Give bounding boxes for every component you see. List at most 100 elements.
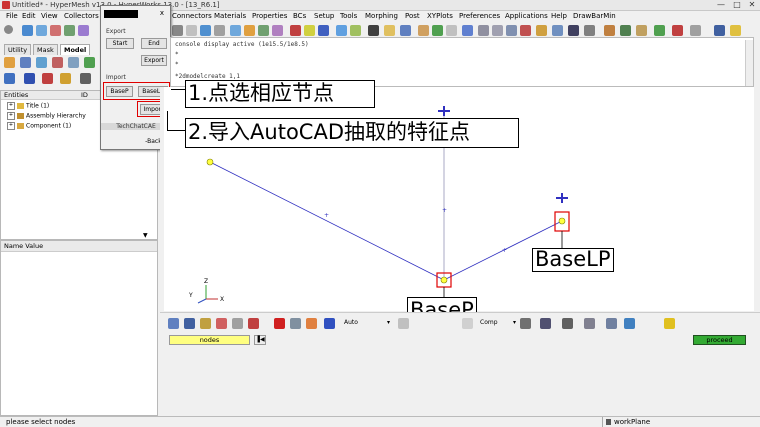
- beam-icon[interactable]: [536, 25, 547, 36]
- view-x-icon[interactable]: [230, 25, 241, 36]
- tab-model[interactable]: Model: [60, 44, 91, 55]
- ruler-icon[interactable]: [324, 318, 335, 329]
- shade-icon[interactable]: [304, 25, 315, 36]
- elem-tool-icon[interactable]: [606, 318, 617, 329]
- minimize-button[interactable]: —: [714, 0, 728, 10]
- monitor-icon[interactable]: [624, 318, 635, 329]
- edit-icon[interactable]: [690, 25, 701, 36]
- menu-post[interactable]: Post: [405, 12, 420, 20]
- delete-icon[interactable]: [274, 318, 285, 329]
- tab-utility[interactable]: Utility: [4, 44, 32, 55]
- comp-icon[interactable]: [636, 25, 647, 36]
- menu-setup[interactable]: Setup: [314, 12, 334, 20]
- menu-drawbarmin[interactable]: DrawBarMin: [573, 12, 616, 20]
- find-icon[interactable]: [60, 73, 71, 84]
- measure-icon[interactable]: [350, 25, 361, 36]
- pen-icon[interactable]: [418, 25, 429, 36]
- surface-tool-icon[interactable]: [584, 318, 595, 329]
- display-icon[interactable]: [4, 73, 15, 84]
- component-icon[interactable]: [4, 57, 15, 68]
- shade-mode-icon[interactable]: [306, 318, 317, 329]
- menu-applications[interactable]: Applications: [505, 12, 548, 20]
- nodes-selector[interactable]: nodes: [169, 335, 250, 345]
- lock-icon[interactable]: [248, 318, 259, 329]
- menu-collectors[interactable]: Collectors: [64, 12, 99, 20]
- menu-materials[interactable]: Materials: [214, 12, 246, 20]
- elem-icon[interactable]: [552, 25, 563, 36]
- proceed-button[interactable]: proceed: [693, 335, 746, 345]
- node-point-baselp[interactable]: [558, 217, 566, 225]
- menu-morphing[interactable]: Morphing: [365, 12, 398, 20]
- menu-help[interactable]: Help: [551, 12, 567, 20]
- cube3-icon[interactable]: [506, 25, 517, 36]
- expand-icon[interactable]: +: [7, 122, 15, 130]
- expand-icon[interactable]: +: [7, 102, 15, 110]
- label-icon[interactable]: [200, 318, 211, 329]
- view-iso-icon[interactable]: [272, 25, 283, 36]
- flag-icon[interactable]: [654, 25, 665, 36]
- fit-icon[interactable]: [200, 25, 211, 36]
- menu-bcs[interactable]: BCs: [293, 12, 306, 20]
- box-icon[interactable]: [290, 318, 301, 329]
- pan-icon[interactable]: [186, 25, 197, 36]
- menu-tools[interactable]: Tools: [340, 12, 357, 20]
- menu-file[interactable]: File: [6, 12, 18, 20]
- dialog-close-button[interactable]: x: [157, 9, 167, 19]
- sum2-icon[interactable]: [400, 25, 411, 36]
- sum-icon[interactable]: [368, 25, 379, 36]
- cube-mode-icon[interactable]: [520, 318, 531, 329]
- line-segment-1[interactable]: [209, 161, 445, 281]
- line-tool-icon[interactable]: [562, 318, 573, 329]
- cube2-icon[interactable]: [492, 25, 503, 36]
- scroll-down-icon[interactable]: ▼: [143, 232, 153, 240]
- sigma-icon[interactable]: [336, 25, 347, 36]
- menu-preferences[interactable]: Preferences: [459, 12, 500, 20]
- reset-selection-icon[interactable]: ▐◀: [254, 335, 266, 345]
- node-point-basep[interactable]: [440, 276, 448, 284]
- curve-icon[interactable]: [446, 25, 457, 36]
- user-icon[interactable]: [714, 25, 725, 36]
- search-icon[interactable]: [4, 25, 13, 34]
- maximize-button[interactable]: □: [730, 0, 744, 10]
- tree-item-title[interactable]: + Title (1): [7, 102, 49, 110]
- display-all-icon[interactable]: [184, 318, 195, 329]
- tree-item-component[interactable]: + Component (1): [7, 122, 71, 130]
- display-mode-select[interactable]: Comp ▾: [476, 318, 518, 328]
- property-icon[interactable]: [52, 57, 63, 68]
- menu-xyplots[interactable]: XYPlots: [427, 12, 453, 20]
- export-button[interactable]: Export: [141, 55, 167, 66]
- folder-icon[interactable]: [730, 25, 741, 36]
- view-y-icon[interactable]: [244, 25, 255, 36]
- mesh-icon[interactable]: [290, 25, 301, 36]
- axis-y-icon[interactable]: [50, 25, 61, 36]
- view-icon[interactable]: [78, 25, 89, 36]
- cursor-icon[interactable]: [80, 73, 91, 84]
- tab-mask[interactable]: Mask: [33, 44, 58, 55]
- tool-icon[interactable]: [584, 25, 595, 36]
- basep-button[interactable]: BaseP: [106, 86, 133, 97]
- cube1-icon[interactable]: [478, 25, 489, 36]
- tree-item-assembly[interactable]: + Assembly Hierarchy: [7, 112, 86, 120]
- node-point[interactable]: [206, 158, 214, 166]
- console-scrollbar[interactable]: [745, 40, 753, 86]
- color-mode-select[interactable]: Auto ▾: [340, 318, 392, 328]
- menu-view[interactable]: View: [41, 12, 58, 20]
- elements-icon[interactable]: [42, 73, 53, 84]
- component-select-icon[interactable]: [168, 318, 179, 329]
- color-icon[interactable]: [672, 25, 683, 36]
- assembly-icon[interactable]: [20, 57, 31, 68]
- menu-edit[interactable]: Edit: [22, 12, 36, 20]
- star-icon[interactable]: [664, 318, 675, 329]
- stack-icon[interactable]: [384, 25, 395, 36]
- expand-icon[interactable]: +: [7, 112, 15, 120]
- view-z-icon[interactable]: [258, 25, 269, 36]
- menu-properties[interactable]: Properties: [252, 12, 287, 20]
- close-window-button[interactable]: ✕: [745, 0, 759, 10]
- cylinder-icon[interactable]: [462, 25, 473, 36]
- isolate-icon[interactable]: [232, 318, 243, 329]
- sigma3-icon[interactable]: [568, 25, 579, 36]
- line-icon[interactable]: [432, 25, 443, 36]
- axis-x-icon[interactable]: [36, 25, 47, 36]
- start-button[interactable]: Start: [106, 38, 134, 49]
- rotate-icon[interactable]: [22, 25, 33, 36]
